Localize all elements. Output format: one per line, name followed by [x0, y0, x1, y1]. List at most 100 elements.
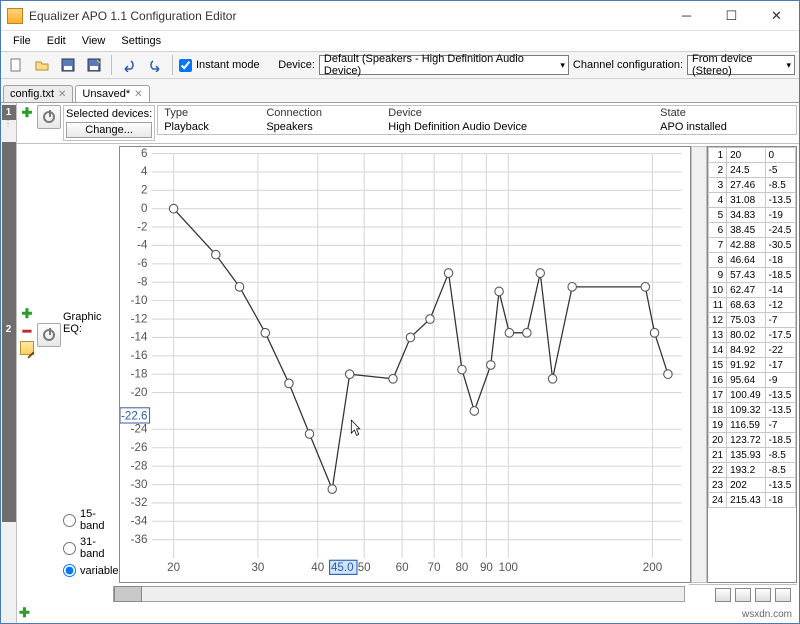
zoom-icon[interactable] — [775, 588, 791, 602]
table-row[interactable]: 17100.49-13.5 — [709, 388, 796, 403]
table-row[interactable]: 19116.59-7 — [709, 418, 796, 433]
table-row[interactable]: 957.43-18.5 — [709, 268, 796, 283]
block-number-1[interactable]: 1 — [2, 105, 16, 120]
menu-settings[interactable]: Settings — [113, 33, 169, 49]
svg-text:-32: -32 — [131, 496, 148, 509]
add-icon[interactable]: ✚ — [19, 605, 30, 620]
menu-view[interactable]: View — [74, 33, 114, 49]
svg-text:100: 100 — [499, 561, 519, 574]
device-table: Type Connection Device State Playback Sp… — [157, 105, 797, 135]
table-row[interactable]: 534.83-19 — [709, 208, 796, 223]
table-row[interactable]: 20123.72-18.5 — [709, 433, 796, 448]
undo-icon[interactable] — [118, 54, 140, 76]
table-row[interactable]: 21135.93-8.5 — [709, 448, 796, 463]
svg-text:-4: -4 — [137, 239, 148, 252]
reset-icon[interactable] — [755, 588, 771, 602]
close-icon[interactable]: ✕ — [134, 89, 142, 100]
table-row[interactable]: 327.46-8.5 — [709, 178, 796, 193]
svg-text:60: 60 — [396, 561, 409, 574]
svg-text:30: 30 — [251, 561, 264, 574]
device-block: ✚ Selected devices: Change... Type Conne… — [17, 103, 799, 144]
svg-text:4: 4 — [141, 165, 148, 178]
selected-devices-label: Selected devices: — [66, 108, 152, 120]
table-row[interactable]: 18109.32-13.5 — [709, 403, 796, 418]
svg-text:40: 40 — [311, 561, 324, 574]
add-icon[interactable]: ✚ — [22, 306, 33, 322]
device-combo[interactable]: Default (Speakers - High Definition Audi… — [319, 55, 569, 75]
table-row[interactable]: 1380.02-17.5 — [709, 328, 796, 343]
svg-text:-22.6: -22.6 — [121, 410, 148, 423]
titlebar: Equalizer APO 1.1 Configuration Editor ─… — [1, 1, 799, 31]
save-as-icon[interactable] — [83, 54, 105, 76]
import-icon[interactable] — [715, 588, 731, 602]
points-table[interactable]: 1200224.5-5327.46-8.5431.08-13.5534.83-1… — [707, 146, 797, 583]
new-file-icon[interactable] — [5, 54, 27, 76]
change-button[interactable]: Change... — [66, 122, 152, 138]
channel-config-combo[interactable]: From device (Stereo) — [687, 55, 795, 75]
maximize-button[interactable]: ☐ — [709, 2, 754, 30]
add-icon[interactable]: ✚ — [22, 105, 33, 121]
export-icon[interactable] — [735, 588, 751, 602]
svg-text:6: 6 — [141, 147, 148, 160]
table-row[interactable]: 23202-13.5 — [709, 478, 796, 493]
table-row[interactable]: 24215.43-18 — [709, 493, 796, 508]
close-icon[interactable]: ✕ — [58, 89, 66, 100]
svg-text:-20: -20 — [131, 386, 148, 399]
open-file-icon[interactable] — [31, 54, 53, 76]
tab-unsaved[interactable]: Unsaved*✕ — [75, 85, 149, 102]
block-gutter: 1 ⋮ 2 — [1, 103, 17, 623]
tab-config[interactable]: config.txt✕ — [3, 85, 73, 102]
svg-text:-34: -34 — [131, 514, 148, 527]
svg-text:-2: -2 — [137, 220, 147, 233]
channel-config-label: Channel configuration: — [573, 59, 683, 71]
table-row[interactable]: 22193.2-8.5 — [709, 463, 796, 478]
table-row[interactable]: 1168.63-12 — [709, 298, 796, 313]
svg-text:200: 200 — [643, 561, 663, 574]
svg-text:-6: -6 — [137, 257, 148, 270]
table-row[interactable]: 1200 — [709, 148, 796, 163]
svg-text:50: 50 — [358, 561, 371, 574]
remove-icon[interactable]: ━ — [23, 323, 31, 340]
svg-text:2: 2 — [141, 183, 147, 196]
table-row[interactable]: 1484.92-22 — [709, 343, 796, 358]
svg-text:-12: -12 — [131, 312, 148, 325]
app-icon — [7, 8, 23, 24]
watermark: wsxdn.com — [742, 609, 792, 620]
svg-text:-16: -16 — [131, 349, 148, 362]
table-row[interactable]: 431.08-13.5 — [709, 193, 796, 208]
radio-15band[interactable]: 15-band — [63, 508, 117, 532]
menu-file[interactable]: File — [5, 33, 39, 49]
svg-text:-24: -24 — [131, 422, 148, 435]
save-icon[interactable] — [57, 54, 79, 76]
radio-variable[interactable]: variable — [63, 564, 119, 577]
table-row[interactable]: 846.64-18 — [709, 253, 796, 268]
table-row[interactable]: 638.45-24.5 — [709, 223, 796, 238]
table-row[interactable]: Playback Speakers High Definition Audio … — [158, 120, 796, 134]
svg-text:-26: -26 — [131, 441, 148, 454]
svg-text:45.0: 45.0 — [331, 561, 354, 574]
radio-31band[interactable]: 31-band — [63, 536, 117, 560]
edit-icon[interactable] — [20, 341, 34, 355]
minimize-button[interactable]: ─ — [664, 2, 709, 30]
instant-mode-checkbox[interactable]: Instant mode — [179, 59, 260, 72]
horizontal-scrollbar[interactable] — [113, 586, 685, 602]
table-row[interactable]: 742.88-30.5 — [709, 238, 796, 253]
table-row[interactable]: 1062.47-14 — [709, 283, 796, 298]
table-row[interactable]: 224.5-5 — [709, 163, 796, 178]
svg-text:80: 80 — [455, 561, 468, 574]
svg-text:-30: -30 — [131, 478, 148, 491]
close-button[interactable]: ✕ — [754, 2, 799, 30]
block-number-2[interactable]: 2 — [2, 142, 16, 522]
svg-text:90: 90 — [480, 561, 493, 574]
graphic-eq-label: Graphic EQ: — [63, 146, 117, 335]
table-row[interactable]: 1275.03-7 — [709, 313, 796, 328]
eq-chart[interactable]: 6420-2-4-6-8-10-12-14-16-18-20-24-26-28-… — [119, 146, 691, 583]
chart-scrollbar[interactable] — [691, 146, 707, 583]
power-button[interactable] — [37, 105, 61, 129]
toolbar: Instant mode Device: Default (Speakers -… — [1, 51, 799, 79]
table-row[interactable]: 1591.92-17 — [709, 358, 796, 373]
redo-icon[interactable] — [144, 54, 166, 76]
table-row[interactable]: 1695.64-9 — [709, 373, 796, 388]
menu-edit[interactable]: Edit — [39, 33, 74, 49]
power-button[interactable] — [37, 323, 61, 347]
